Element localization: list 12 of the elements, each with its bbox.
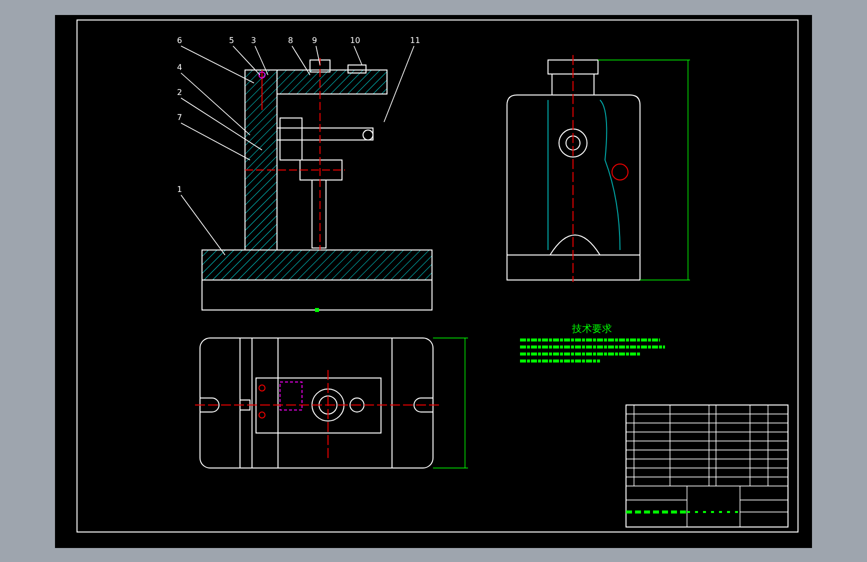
balloon-label: 8 [288,36,294,45]
balloon-label: 1 [177,185,182,194]
balloon-label: 4 [177,63,182,72]
balloon-label: 9 [312,36,318,45]
balloon-label: 10 [350,36,360,45]
balloon-label: 3 [251,36,256,45]
balloon-label: 7 [177,113,182,122]
technical-requirements-title: 技术要求 [572,324,612,335]
balloon-label: 11 [410,36,420,45]
balloon-label: 5 [229,36,234,45]
balloon-label: 2 [177,88,182,97]
balloon-label: 6 [177,36,182,45]
